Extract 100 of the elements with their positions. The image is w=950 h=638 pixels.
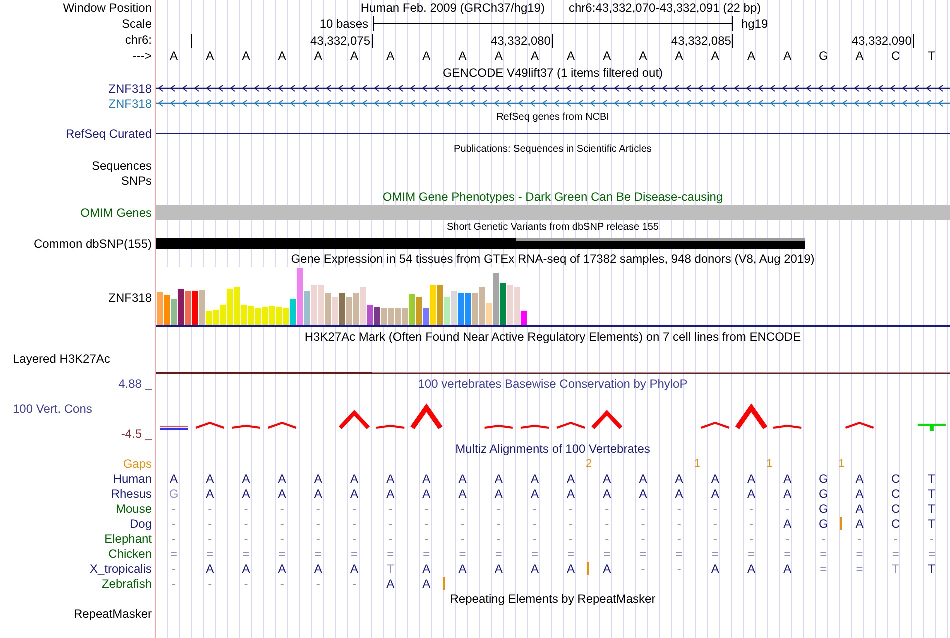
track-label: chr6: <box>125 34 152 46</box>
aligned-base: A <box>242 488 250 500</box>
aligned-base: - <box>244 518 248 530</box>
track-label: SNPs <box>121 175 152 187</box>
aligned-base: - <box>244 532 248 544</box>
aligned-base: T <box>928 502 936 514</box>
aligned-base: A <box>784 562 792 574</box>
aligned-base: = <box>604 548 611 560</box>
aligned-base: T <box>386 562 394 574</box>
aligned-base: = <box>170 548 178 560</box>
aligned-base: - <box>280 578 284 590</box>
aligned-base: A <box>242 562 250 574</box>
track-title: Repeating Elements by RepeatMasker <box>450 592 656 604</box>
aligned-base: - <box>424 518 429 530</box>
aligned-base: A <box>350 562 358 574</box>
ruler-tick <box>732 34 734 48</box>
track-title: Publications: Sequences in Scientific Articles <box>454 145 652 155</box>
aligned-base: A <box>422 578 431 590</box>
aligned-base: A <box>278 562 286 574</box>
base-letter: A <box>567 50 576 62</box>
aligned-base: = <box>856 562 864 574</box>
track-label: ---> <box>133 50 152 62</box>
base-letter: A <box>350 50 358 62</box>
aligned-base: A <box>747 488 756 500</box>
aligned-base: = <box>314 548 322 560</box>
aligned-base: = <box>459 548 466 560</box>
aligned-base: G <box>819 518 828 530</box>
base-letter: A <box>242 50 250 62</box>
aligned-base: - <box>460 518 465 530</box>
aligned-base: = <box>423 548 430 560</box>
track-label: Zebrafish <box>102 578 152 590</box>
track-title: Gene Expression in 54 tissues from GTEx RNA-seq of 17382 samples, 948 donors (V8, Aug 2019) <box>291 253 815 265</box>
aligned-base: - <box>713 532 718 544</box>
aligned-base: A <box>747 472 756 484</box>
aligned-base: - <box>352 578 356 590</box>
aligned-base: = <box>531 548 538 560</box>
aligned-base: - <box>316 578 320 590</box>
base-letter: A <box>494 50 503 62</box>
aligned-base: - <box>280 502 284 514</box>
track-title: Multiz Alignments of 100 Vertebrates <box>456 443 650 455</box>
aligned-base: - <box>677 518 682 530</box>
aligned-base: - <box>460 502 465 514</box>
aligned-base: A <box>530 472 539 484</box>
aligned-base: = <box>712 548 719 560</box>
aligned-base: G <box>819 502 828 514</box>
track-label: X_tropicalis <box>90 562 152 574</box>
aligned-base: A <box>170 472 178 484</box>
aligned-base: - <box>532 518 537 530</box>
aligned-base: C <box>892 488 900 500</box>
aligned-base: - <box>569 502 574 514</box>
aligned-base: A <box>784 518 792 530</box>
aligned-base: - <box>930 532 934 544</box>
aligned-base: - <box>569 518 574 530</box>
aligned-base: = <box>350 548 358 560</box>
base-letter: A <box>206 50 214 62</box>
aligned-base: - <box>496 502 501 514</box>
aligned-base: - <box>352 502 356 514</box>
ruler-tick <box>372 34 373 48</box>
aligned-base: A <box>856 518 864 530</box>
track-label: Human <box>113 472 152 484</box>
aligned-base: = <box>892 548 900 560</box>
aligned-base: = <box>387 548 394 560</box>
base-letter: A <box>386 50 395 62</box>
aligned-base: = <box>568 548 575 560</box>
aligned-base: - <box>641 518 646 530</box>
aligned-base: A <box>747 562 756 574</box>
scale-text: 10 bases <box>320 18 369 30</box>
aligned-base: = <box>820 548 828 560</box>
track-label: Mouse <box>116 502 152 514</box>
aligned-base: A <box>494 488 503 500</box>
aligned-base: A <box>206 472 214 484</box>
track-title: RefSeq genes from NCBI <box>496 113 610 123</box>
aligned-base: - <box>605 518 610 530</box>
aligned-base: - <box>822 532 826 544</box>
aligned-base: A <box>422 562 431 574</box>
track-label: ZNF318 <box>108 98 152 110</box>
track-title: H3K27Ac Mark (Often Found Near Active Regulatory Elements) on 7 cell lines from ENCODE <box>304 331 802 343</box>
aligned-base: = <box>206 548 214 560</box>
aligned-base: A <box>422 472 431 484</box>
aligned-base: - <box>208 518 212 530</box>
base-letter: A <box>856 50 864 62</box>
track-label: 100 Vert. Cons <box>12 403 94 415</box>
track-label: OMIM Genes <box>80 206 152 218</box>
base-letter: A <box>747 50 756 62</box>
track-label: RepeatMasker <box>74 608 152 620</box>
aligned-base: A <box>314 562 322 574</box>
aligned-base: A <box>458 488 467 500</box>
aligned-base: A <box>567 472 576 484</box>
aligned-base: - <box>749 532 754 544</box>
axis-min: -4.5 _ <box>121 428 154 440</box>
track-title: 100 vertebrates Basewise Conservation by PhyloP <box>418 378 688 390</box>
track-title: OMIM Gene Phenotypes - Dark Green Can Be Disease-causing <box>382 191 724 203</box>
base-letter: A <box>458 50 467 62</box>
aligned-base: A <box>350 488 358 500</box>
aligned-base: A <box>278 488 286 500</box>
aligned-base: - <box>208 532 212 544</box>
base-letter: A <box>784 50 792 62</box>
aligned-base: - <box>388 518 393 530</box>
aligned-base: - <box>172 562 176 574</box>
aligned-base: A <box>675 472 684 484</box>
